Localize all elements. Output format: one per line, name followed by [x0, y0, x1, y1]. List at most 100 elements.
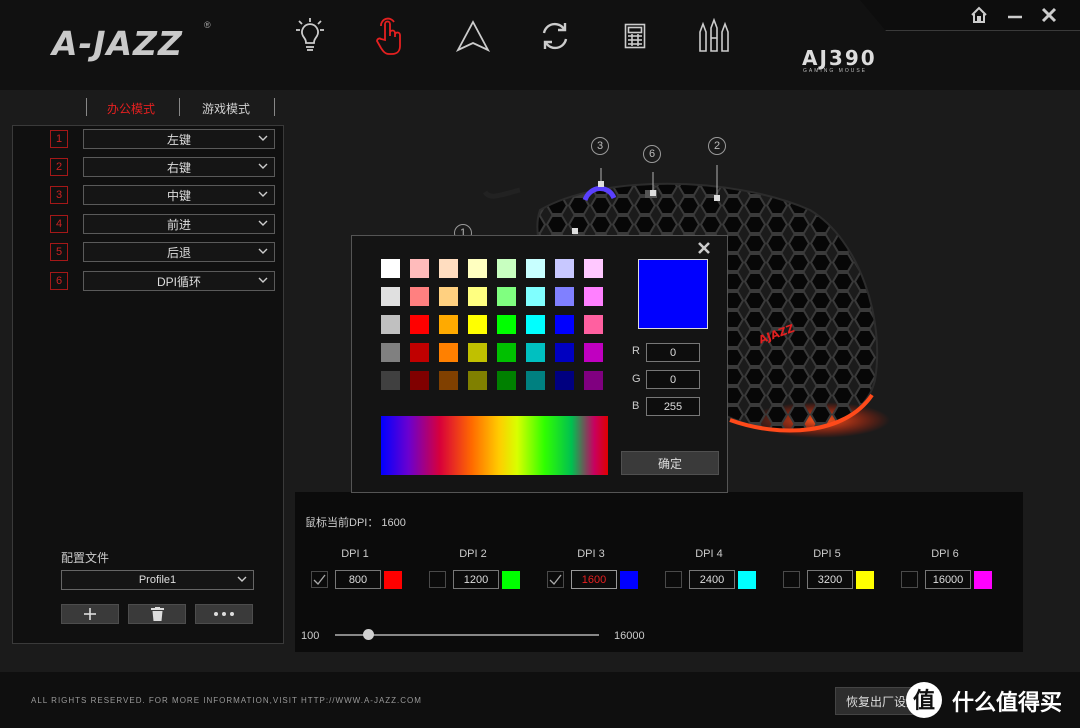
color-swatch[interactable]	[468, 315, 487, 334]
add-profile-button[interactable]	[61, 604, 119, 624]
confirm-button[interactable]: 确定	[621, 451, 719, 475]
callout-6: 6	[643, 145, 661, 163]
button-assign-icon[interactable]	[370, 14, 410, 58]
model-subtitle: GAMING MOUSE	[803, 68, 868, 74]
dpi-2-input[interactable]: 1200	[453, 570, 499, 589]
color-swatch[interactable]	[584, 343, 603, 362]
dpi-6-color[interactable]	[974, 571, 992, 589]
button-4-select[interactable]: 前进	[83, 214, 275, 234]
dpi-2-color[interactable]	[502, 571, 520, 589]
refresh-icon[interactable]	[535, 14, 575, 58]
color-swatch[interactable]	[468, 287, 487, 306]
color-swatch[interactable]	[584, 259, 603, 278]
color-swatch[interactable]	[555, 371, 574, 390]
r-input[interactable]: 0	[646, 343, 700, 362]
dpi-4-checkbox[interactable]	[665, 571, 682, 588]
color-swatch[interactable]	[439, 287, 458, 306]
dpi-icon[interactable]	[453, 14, 493, 58]
home-icon[interactable]	[969, 5, 989, 25]
color-swatch[interactable]	[410, 343, 429, 362]
color-swatch[interactable]	[381, 259, 400, 278]
color-swatch[interactable]	[381, 315, 400, 334]
chevron-down-icon	[257, 245, 269, 260]
color-swatch[interactable]	[439, 343, 458, 362]
button-6-select[interactable]: DPI循环	[83, 271, 275, 291]
color-swatch[interactable]	[526, 315, 545, 334]
color-swatch[interactable]	[497, 315, 516, 334]
color-swatch[interactable]	[555, 343, 574, 362]
color-swatch[interactable]	[381, 343, 400, 362]
color-swatch[interactable]	[584, 371, 603, 390]
dpi-4-color[interactable]	[738, 571, 756, 589]
color-swatch[interactable]	[555, 315, 574, 334]
callout-3: 3	[591, 137, 609, 155]
color-swatch[interactable]	[497, 259, 516, 278]
color-swatch[interactable]	[410, 371, 429, 390]
dpi-1-input[interactable]: 800	[335, 570, 381, 589]
minimize-icon[interactable]	[1005, 5, 1025, 25]
dpi-6-input[interactable]: 16000	[925, 570, 971, 589]
lighting-icon[interactable]	[290, 14, 330, 58]
dpi-3-checkbox[interactable]	[547, 571, 564, 588]
button-2-select[interactable]: 右键	[83, 157, 275, 177]
more-options-button[interactable]	[195, 604, 253, 624]
color-swatch[interactable]	[439, 259, 458, 278]
dpi-3-input[interactable]: 1600	[571, 570, 617, 589]
color-swatch[interactable]	[468, 371, 487, 390]
color-swatch[interactable]	[584, 315, 603, 334]
color-swatch[interactable]	[497, 371, 516, 390]
model-name: AJ390	[802, 46, 877, 70]
color-swatch[interactable]	[555, 259, 574, 278]
dpi-1-checkbox[interactable]	[311, 571, 328, 588]
color-swatch[interactable]	[497, 343, 516, 362]
color-swatch[interactable]	[439, 371, 458, 390]
dpi-5-checkbox[interactable]	[783, 571, 800, 588]
color-swatch[interactable]	[381, 371, 400, 390]
tab-game-mode[interactable]: 游戏模式	[202, 100, 250, 117]
battery-icon[interactable]	[696, 14, 736, 58]
color-swatch[interactable]	[526, 287, 545, 306]
color-swatch[interactable]	[410, 259, 429, 278]
dpi-2-checkbox[interactable]	[429, 571, 446, 588]
header: A-JAZZ ® AJ390 GAMING MOUSE	[0, 0, 1080, 90]
button-1-select[interactable]: 左键	[83, 129, 275, 149]
button-5-select[interactable]: 后退	[83, 242, 275, 262]
color-swatch[interactable]	[526, 343, 545, 362]
color-swatch[interactable]	[555, 287, 574, 306]
dpi-3-color[interactable]	[620, 571, 638, 589]
dpi-4-input[interactable]: 2400	[689, 570, 735, 589]
color-swatch[interactable]	[526, 259, 545, 278]
select-label: 中键	[166, 188, 191, 203]
tab-office-mode[interactable]: 办公模式	[107, 100, 155, 117]
close-icon[interactable]	[1039, 5, 1059, 25]
color-spectrum[interactable]	[381, 416, 608, 475]
color-swatch[interactable]	[526, 371, 545, 390]
delete-profile-button[interactable]	[128, 604, 186, 624]
dpi-5-color[interactable]	[856, 571, 874, 589]
svg-text:值: 值	[913, 688, 935, 714]
dpi-slider-track[interactable]	[335, 634, 599, 636]
profile-label: 配置文件	[61, 551, 110, 565]
close-dialog-icon[interactable]	[692, 236, 716, 260]
dpi-5-input[interactable]: 3200	[807, 570, 853, 589]
dpi-6-checkbox[interactable]	[901, 571, 918, 588]
b-input[interactable]: 255	[646, 397, 700, 416]
dpi-slider-thumb[interactable]	[363, 629, 374, 640]
brand-logo: A-JAZZ	[52, 24, 183, 63]
chevron-down-icon	[257, 160, 269, 175]
profile-select[interactable]: Profile1	[61, 570, 254, 590]
color-swatch[interactable]	[468, 259, 487, 278]
color-swatch[interactable]	[410, 315, 429, 334]
color-swatch[interactable]	[410, 287, 429, 306]
color-swatch[interactable]	[468, 343, 487, 362]
color-swatch[interactable]	[584, 287, 603, 306]
tab-divider	[179, 98, 180, 116]
color-swatch[interactable]	[497, 287, 516, 306]
b-label: B	[632, 400, 640, 412]
color-swatch[interactable]	[439, 315, 458, 334]
color-swatch[interactable]	[381, 287, 400, 306]
dpi-1-color[interactable]	[384, 571, 402, 589]
g-input[interactable]: 0	[646, 370, 700, 389]
macro-icon[interactable]	[615, 14, 655, 58]
button-3-select[interactable]: 中键	[83, 185, 275, 205]
